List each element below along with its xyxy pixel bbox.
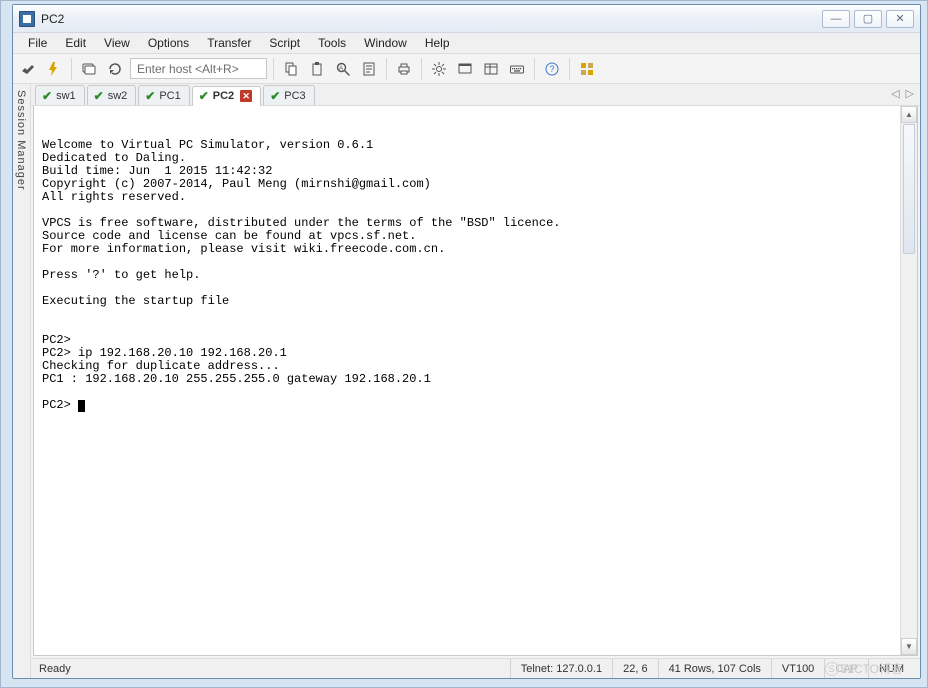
session-tab-pc3[interactable]: ✔ PC3	[263, 85, 314, 105]
hex-view-icon[interactable]	[480, 58, 502, 80]
connected-check-icon: ✔	[94, 89, 104, 103]
toolbar-separator	[569, 58, 570, 80]
session-tab-sw1[interactable]: ✔ sw1	[35, 85, 85, 105]
toolbar: Enter host <Alt+R> A ?	[13, 54, 920, 84]
status-ready: Ready	[37, 659, 81, 678]
session-view-icon[interactable]	[454, 58, 476, 80]
minimize-button[interactable]: —	[822, 10, 850, 28]
window-controls: — ▢ ✕	[818, 8, 918, 30]
help-icon[interactable]: ?	[541, 58, 563, 80]
svg-text:?: ?	[550, 64, 555, 74]
connected-check-icon: ✔	[199, 89, 209, 103]
vertical-scrollbar[interactable]: ▲ ▼	[900, 106, 917, 655]
titlebar[interactable]: PC2 — ▢ ✕	[13, 5, 920, 33]
session-tabstrip: ✔ sw1 ✔ sw2 ✔ PC1 ✔ PC2 ✕	[31, 84, 920, 106]
settings-icon[interactable]	[428, 58, 450, 80]
scroll-thumb[interactable]	[903, 124, 915, 254]
tab-scroll-left-icon[interactable]: ◁	[891, 87, 899, 100]
copy-icon[interactable]	[280, 58, 302, 80]
scroll-up-icon[interactable]: ▲	[901, 106, 917, 123]
find-icon[interactable]: A	[332, 58, 354, 80]
menu-transfer[interactable]: Transfer	[198, 33, 260, 53]
session-tab-pc1[interactable]: ✔ PC1	[138, 85, 189, 105]
reconnect-icon[interactable]	[104, 58, 126, 80]
tab-scroll-controls: ◁ ▷	[891, 87, 914, 100]
history-icon[interactable]	[358, 58, 380, 80]
menu-edit[interactable]: Edit	[56, 33, 95, 53]
session-manager-sidebar[interactable]: Session Manager	[13, 84, 31, 678]
session-tab-pc2[interactable]: ✔ PC2 ✕	[192, 86, 261, 106]
status-term-type: VT100	[771, 659, 824, 678]
scroll-down-icon[interactable]: ▼	[901, 638, 917, 655]
app-icon	[19, 11, 35, 27]
status-cursor-pos: 22, 6	[612, 659, 657, 678]
status-window-size: 41 Rows, 107 Cols	[658, 659, 771, 678]
terminal-pane: Welcome to Virtual PC Simulator, version…	[33, 106, 918, 656]
app-window: PC2 — ▢ ✕ File Edit View Options Transfe…	[12, 4, 921, 679]
close-button[interactable]: ✕	[886, 10, 914, 28]
session-tab-label: PC1	[159, 90, 180, 102]
toolbar-separator	[386, 58, 387, 80]
status-protocol: Telnet: 127.0.0.1	[510, 659, 612, 678]
sessions-icon[interactable]	[78, 58, 100, 80]
desktop-background: PC2 — ▢ ✕ File Edit View Options Transfe…	[0, 0, 928, 688]
paste-icon[interactable]	[306, 58, 328, 80]
quick-connect-icon[interactable]	[43, 58, 65, 80]
quick-connect-host-input[interactable]: Enter host <Alt+R>	[130, 58, 267, 79]
window-title: PC2	[41, 12, 64, 26]
menubar: File Edit View Options Transfer Script T…	[13, 33, 920, 54]
session-tab-label: sw1	[56, 90, 76, 102]
session-manager-label: Session Manager	[15, 90, 27, 191]
toolbar-separator	[273, 58, 274, 80]
session-tab-label: PC3	[284, 90, 305, 102]
menu-window[interactable]: Window	[355, 33, 416, 53]
print-icon[interactable]	[393, 58, 415, 80]
maximize-button[interactable]: ▢	[854, 10, 882, 28]
menu-script[interactable]: Script	[260, 33, 309, 53]
status-num: NUM	[868, 659, 914, 678]
connected-check-icon: ✔	[270, 89, 280, 103]
menu-tools[interactable]: Tools	[309, 33, 355, 53]
content-column: ✔ sw1 ✔ sw2 ✔ PC1 ✔ PC2 ✕	[31, 84, 920, 678]
tab-scroll-right-icon[interactable]: ▷	[906, 87, 914, 100]
menu-file[interactable]: File	[19, 33, 56, 53]
svg-text:A: A	[339, 66, 343, 72]
host-placeholder-text: Enter host <Alt+R>	[137, 62, 239, 76]
connected-check-icon: ✔	[42, 89, 52, 103]
status-caps: CAP	[824, 659, 868, 678]
menu-options[interactable]: Options	[139, 33, 198, 53]
statusbar: Ready Telnet: 127.0.0.1 22, 6 41 Rows, 1…	[31, 658, 920, 678]
session-tab-label: sw2	[108, 90, 128, 102]
session-tab-label: PC2	[213, 90, 234, 102]
tile-icon[interactable]	[576, 58, 598, 80]
terminal-output[interactable]: Welcome to Virtual PC Simulator, version…	[34, 118, 900, 643]
session-tab-sw2[interactable]: ✔ sw2	[87, 85, 137, 105]
toolbar-separator	[421, 58, 422, 80]
terminal-cursor	[78, 400, 85, 412]
keyboard-icon[interactable]	[506, 58, 528, 80]
main-area: Session Manager ✔ sw1 ✔ sw2 ✔ PC1	[13, 84, 920, 678]
toolbar-separator	[534, 58, 535, 80]
menu-view[interactable]: View	[95, 33, 139, 53]
tab-close-icon[interactable]: ✕	[240, 90, 252, 102]
connect-icon[interactable]	[17, 58, 39, 80]
toolbar-separator	[71, 58, 72, 80]
menu-help[interactable]: Help	[416, 33, 459, 53]
connected-check-icon: ✔	[145, 89, 155, 103]
